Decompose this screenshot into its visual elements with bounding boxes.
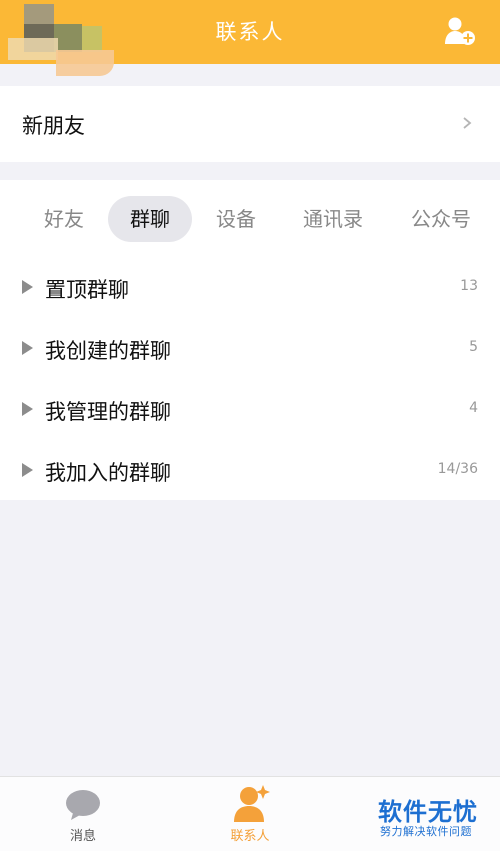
expand-arrow-icon [22, 341, 33, 355]
nav-messages[interactable]: 消息 [33, 777, 133, 851]
group-row-count: 13 [460, 278, 478, 294]
new-friends-row[interactable]: 新朋友 [0, 86, 500, 162]
tab-address-book[interactable]: 通讯录 [288, 196, 378, 242]
tab-friends[interactable]: 好友 [30, 196, 98, 242]
group-row-label: 我管理的群聊 [45, 400, 171, 424]
expand-arrow-icon [22, 280, 33, 294]
group-row-label: 我创建的群聊 [45, 339, 171, 363]
tab-devices[interactable]: 设备 [202, 196, 270, 242]
nav-messages-label: 消息 [69, 829, 96, 844]
group-row-label: 我加入的群聊 [45, 461, 171, 485]
group-row-count: 4 [469, 400, 478, 416]
message-bubble-icon [66, 790, 100, 820]
nav-contacts[interactable]: 联系人 [200, 777, 300, 851]
group-row-pinned[interactable]: 置顶群聊 13 [0, 258, 500, 318]
nav-contacts-label: 联系人 [230, 829, 270, 844]
expand-arrow-icon [22, 463, 33, 477]
add-contact-icon[interactable] [444, 16, 476, 46]
contact-tabs: 好友 群聊 设备 通讯录 公众号 [0, 196, 500, 242]
group-row-created[interactable]: 我创建的群聊 5 [0, 319, 500, 379]
contacts-panel: 好友 群聊 设备 通讯录 公众号 置顶群聊 13 我创建的群聊 5 我管理的群聊… [0, 180, 500, 500]
group-row-label: 置顶群聊 [45, 278, 129, 302]
new-friends-label: 新朋友 [22, 114, 85, 138]
group-row-managed[interactable]: 我管理的群聊 4 [0, 380, 500, 440]
tab-official-accounts[interactable]: 公众号 [396, 196, 486, 242]
group-row-count: 14/36 [437, 461, 478, 477]
tab-groups[interactable]: 群聊 [108, 196, 192, 242]
group-row-count: 5 [469, 339, 478, 355]
group-row-joined[interactable]: 我加入的群聊 14/36 [0, 441, 500, 501]
expand-arrow-icon [22, 402, 33, 416]
contacts-icon [234, 785, 270, 822]
watermark-subtitle: 努力解决软件问题 [380, 825, 472, 838]
top-bar: 联系人 [0, 0, 500, 76]
chevron-right-icon [463, 117, 472, 129]
page-title: 联系人 [215, 20, 285, 44]
watermark-title: 软件无忧 [378, 798, 478, 826]
